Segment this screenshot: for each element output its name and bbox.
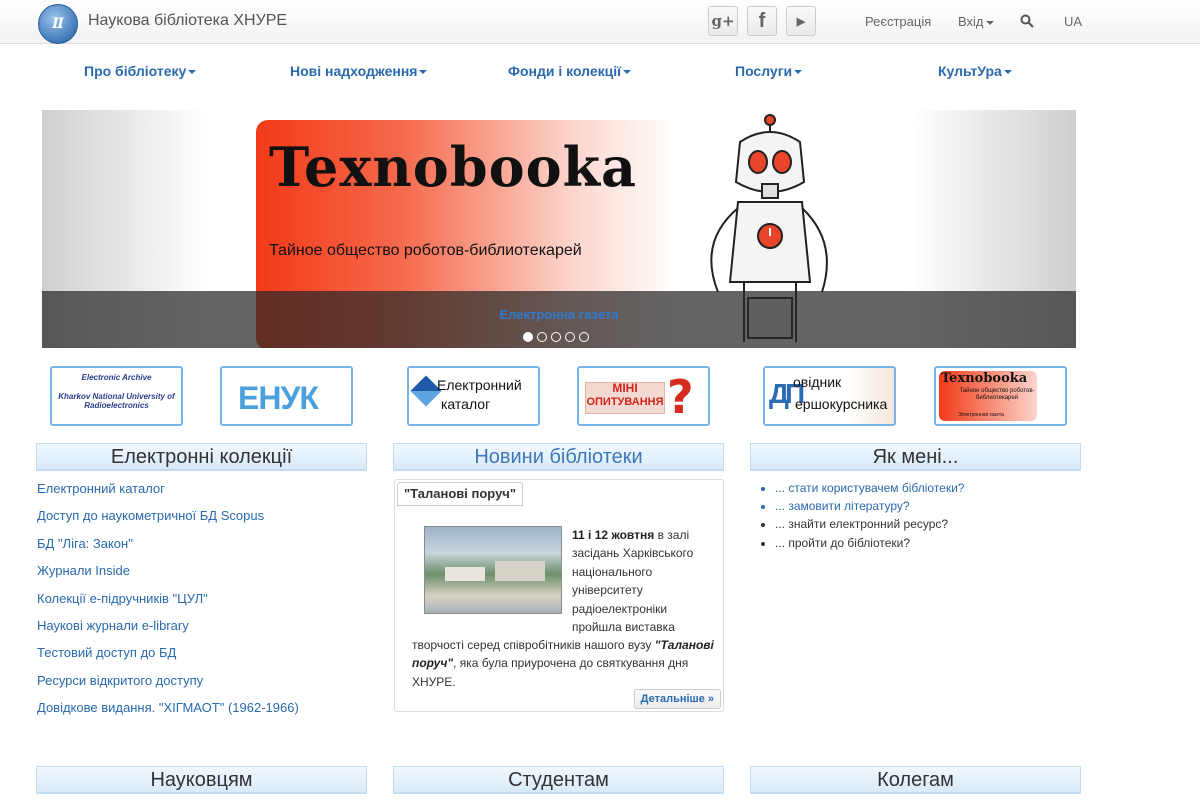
collections-list: Електронний каталог Доступ до наукометри…: [37, 481, 299, 728]
tile-text: овідник: [793, 374, 842, 390]
collection-link[interactable]: Наукові журнали e-library: [37, 618, 299, 645]
register-link[interactable]: Реєстрація: [865, 14, 931, 29]
caret-down-icon: [794, 70, 803, 75]
nav-label: Про бібліотеку: [84, 63, 187, 79]
nav-about[interactable]: Про бібліотеку: [84, 63, 197, 79]
main-nav: Про бібліотеку Нові надходження Фонди і …: [0, 63, 1200, 83]
caret-down-icon: [188, 70, 197, 75]
question-mark-icon: ?: [667, 370, 694, 424]
tile-text: ершокурсника: [795, 396, 888, 412]
news-dates: 11 і 12 жовтня: [572, 528, 655, 542]
collection-link[interactable]: Електронний каталог: [37, 481, 299, 508]
youtube-icon[interactable]: ▶: [786, 6, 816, 36]
tile-text: Texnobooka: [941, 371, 1028, 386]
news-text-part: творчості серед співробітників нашого ву…: [412, 638, 655, 652]
howto-link[interactable]: ... замовити літературу?: [775, 499, 964, 517]
tile-text: Kharkov National University of Radioelec…: [58, 392, 175, 410]
tile-text: МІНІ: [612, 381, 638, 395]
news-text: творчості серед співробітників нашого ву…: [412, 636, 718, 691]
section-header-howto: Як мені...: [750, 443, 1081, 471]
slider-dot[interactable]: [565, 332, 575, 342]
tile-mini-survey[interactable]: МІНІ ОПИТУВАННЯ ?: [577, 366, 710, 426]
banner-subtitle: Тайное общество роботов-библиотекарей: [269, 242, 582, 259]
tile-text: Электронная газета: [958, 412, 1004, 418]
university-logo[interactable]: Ⅱ: [38, 4, 78, 44]
caret-down-icon: [623, 70, 632, 75]
section-header-students: Студентам: [393, 766, 724, 794]
news-text: 11 і 12 жовтня в залі засідань Харківськ…: [572, 526, 718, 636]
search-icon[interactable]: [1020, 14, 1034, 28]
nav-new-arrivals[interactable]: Нові надходження: [290, 63, 428, 79]
tile-text: ЕНУК: [238, 380, 319, 416]
nav-services[interactable]: Послуги: [735, 63, 803, 79]
login-dropdown[interactable]: Вхід: [958, 14, 994, 29]
caret-down-icon: [985, 20, 994, 25]
news-tab[interactable]: "Таланові поруч": [397, 482, 524, 506]
slider-dot[interactable]: [551, 332, 561, 342]
login-label: Вхід: [958, 14, 984, 29]
tile-electronic-archive[interactable]: Electronic Archive Kharkov National Univ…: [50, 366, 183, 426]
tile-text: Electronic Archive: [81, 373, 152, 382]
banner-title: Texnobooka: [269, 135, 638, 199]
caret-down-icon: [1003, 70, 1012, 75]
howto-link[interactable]: ... стати користувачем бібліотеки?: [775, 481, 964, 499]
caret-down-icon: [419, 70, 428, 75]
section-header-news[interactable]: Новини бібліотеки: [393, 443, 724, 471]
news-image[interactable]: [424, 526, 562, 614]
google-plus-icon[interactable]: g+: [708, 6, 738, 36]
howto-item: ... пройти до бібліотеки?: [775, 536, 964, 554]
section-header-scientists: Науковцям: [36, 766, 367, 794]
collection-link[interactable]: Журнали Inside: [37, 563, 299, 590]
slider-dot[interactable]: [523, 332, 533, 342]
tile-text: Тайное общество роботов-библиотекарей: [959, 388, 1035, 401]
read-more-button[interactable]: Детальніше »: [633, 689, 721, 709]
nav-label: Послуги: [735, 63, 793, 79]
collection-link[interactable]: Доступ до наукометричної БД Scopus: [37, 508, 299, 535]
nav-culture[interactable]: КультУра: [938, 63, 1012, 79]
tile-text: ОПИТУВАННЯ: [586, 396, 664, 408]
top-bar: Ⅱ Наукова бібліотека ХНУРЕ g+ f ▶ Реєстр…: [0, 0, 1200, 44]
collection-link[interactable]: Тестовий доступ до БД: [37, 645, 299, 672]
slider-caption[interactable]: Електронна газета: [42, 307, 1076, 322]
tile-electronic-catalog[interactable]: Електронний каталог: [407, 366, 540, 426]
nav-label: КультУра: [938, 63, 1002, 79]
language-switch[interactable]: UA: [1064, 14, 1082, 29]
slider-dots: [523, 332, 589, 342]
image-detail: [495, 561, 545, 581]
news-text-part: , яка була приурочена до святкування дня…: [412, 656, 689, 689]
nav-label: Фонди і колекції: [508, 63, 622, 79]
facebook-icon[interactable]: f: [747, 6, 777, 36]
tile-enuk[interactable]: ЕНУК: [220, 366, 353, 426]
news-text-part: в залі засідань Харківського національно…: [572, 528, 694, 635]
image-detail: [445, 567, 485, 581]
collection-link[interactable]: Ресурси відкритого доступу: [37, 673, 299, 700]
slider-dot[interactable]: [579, 332, 589, 342]
news-box: "Таланові поруч" 11 і 12 жовтня в залі з…: [394, 479, 724, 712]
nav-collections[interactable]: Фонди і колекції: [508, 63, 632, 79]
collection-link[interactable]: Колекції е-підручників "ЦУЛ": [37, 591, 299, 618]
collection-link[interactable]: БД "Ліга: Закон": [37, 536, 299, 563]
tile-text: Електронний: [437, 377, 522, 393]
tile-freshman-guide[interactable]: ДП овідник ершокурсника: [763, 366, 896, 426]
slider-dot[interactable]: [537, 332, 547, 342]
section-header-colleagues: Колегам: [750, 766, 1081, 794]
collection-link[interactable]: Довідкове видання. "ХІГМАОТ" (1962-1966): [37, 700, 299, 727]
site-title[interactable]: Наукова бібліотека ХНУРЕ: [88, 12, 287, 30]
section-header-collections: Електронні колекції: [36, 443, 367, 471]
tile-text: каталог: [441, 396, 491, 412]
howto-list: ... стати користувачем бібліотеки? ... з…: [775, 481, 964, 554]
howto-item: ... знайти електронний ресурс?: [775, 517, 964, 535]
banner-slider[interactable]: Texnobooka Тайное общество роботов-библи…: [42, 110, 1076, 348]
nav-label: Нові надходження: [290, 63, 418, 79]
tile-texnobooka[interactable]: Texnobooka Тайное общество роботов-библи…: [934, 366, 1067, 426]
